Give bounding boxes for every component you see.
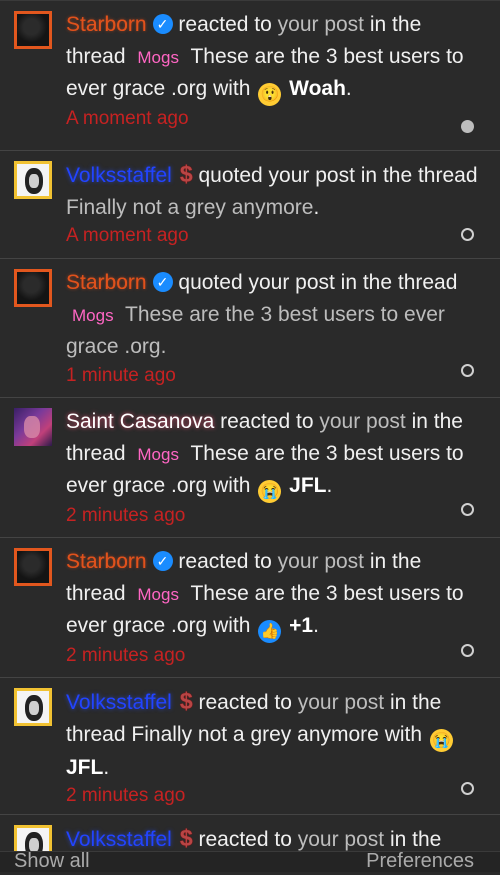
avatar[interactable] [14,408,52,446]
timestamp: 1 minute ago [66,364,176,386]
username-link[interactable]: Saint Casanova [66,410,214,433]
notification-text: Starborn ✓ reacted to your post in the th… [66,538,480,669]
with-text: with [213,614,251,637]
post-link[interactable]: your post [319,410,405,433]
read-indicator[interactable] [461,228,474,241]
thumbs-up-icon: 👍 [258,620,282,643]
username-link[interactable]: Starborn [66,271,147,294]
read-indicator[interactable] [461,644,474,657]
read-indicator[interactable] [461,364,474,377]
post-link[interactable]: your post [278,13,364,36]
action-text: reacted to [178,550,272,573]
astonished-emoji-icon: 😲 [258,83,282,106]
timestamp: 2 minutes ago [66,785,186,806]
avatar[interactable] [14,548,52,586]
username-link[interactable]: Volksstaffel [66,691,172,714]
timestamp: A moment ago [66,108,189,129]
username-link[interactable]: Volksstaffel [66,828,172,851]
unread-indicator[interactable] [461,120,474,133]
timestamp: 2 minutes ago [66,645,186,666]
notification-footer: Show all Preferences [0,850,500,873]
action-text: reacted to [198,828,292,851]
reaction-label: +1 [289,614,314,637]
crying-emoji-icon: 😭 [258,480,282,503]
username-link[interactable]: Starborn [66,550,147,573]
timestamp: A moment ago [66,225,189,246]
notification-text: Volksstaffel $ quoted your post in the th… [66,151,480,249]
with-text: with [213,77,251,100]
post-link[interactable]: your post [278,550,364,573]
notification-item[interactable]: Saint Casanova reacted to your post in t… [0,398,500,538]
thread-prefix-tag[interactable]: Mogs [137,445,179,464]
notification-text: Starborn ✓ reacted to your post in the th… [66,1,480,132]
dollar-badge-icon: $ [179,825,193,851]
notification-item[interactable]: Starborn ✓ quoted your post in the thread… [0,259,500,398]
dollar-badge-icon: $ [179,161,193,187]
timestamp: 2 minutes ago [66,505,186,526]
action-text: reacted to [220,410,314,433]
avatar[interactable] [14,688,52,726]
notification-list: Starborn ✓ reacted to your post in the th… [0,0,500,875]
avatar[interactable] [14,161,52,199]
notification-item[interactable]: Starborn ✓ reacted to your post in the th… [0,1,500,151]
action-text: reacted to [198,691,292,714]
notification-item[interactable]: Volksstaffel $ quoted your post in the th… [0,151,500,259]
notification-text: Starborn ✓ quoted your post in the thread… [66,259,480,389]
username-link[interactable]: Starborn [66,13,147,36]
thread-prefix-tag[interactable]: Mogs [137,585,179,604]
thread-prefix-tag[interactable]: Mogs [137,48,179,67]
verified-badge-icon: ✓ [152,14,173,34]
avatar[interactable] [14,269,52,307]
notification-text: Saint Casanova reacted to your post in t… [66,398,480,529]
reaction-label: Woah [289,77,346,100]
context-text: in the [389,828,442,851]
preferences-link[interactable]: Preferences [366,850,474,873]
action-text: quoted your post in the thread [198,164,478,187]
post-link[interactable]: your post [298,828,384,851]
reaction-label: JFL [66,755,104,779]
avatar[interactable] [14,11,52,49]
notification-item[interactable]: Volksstaffel $ reacted to your post in th… [0,678,500,815]
with-text: with [384,722,423,746]
notification-text: Volksstaffel $ reacted to your post in th… [66,678,480,809]
show-all-link[interactable]: Show all [14,850,90,873]
post-link[interactable]: your post [298,691,384,714]
verified-badge-icon: ✓ [152,272,173,292]
notification-item[interactable]: Starborn ✓ reacted to your post in the th… [0,538,500,678]
with-text: with [213,474,251,497]
thread-prefix-tag[interactable]: Mogs [72,306,114,325]
thread-link[interactable]: Finally not a grey anymore [131,723,378,746]
verified-badge-icon: ✓ [152,551,173,571]
crying-emoji-icon: 😭 [429,728,453,752]
reaction-label: JFL [289,474,327,497]
action-text: reacted to [178,13,272,36]
read-indicator[interactable] [461,782,474,795]
thread-link[interactable]: These are the 3 best users to ever grace… [66,303,445,359]
thread-link[interactable]: Finally not a grey anymore [66,196,313,219]
username-link[interactable]: Volksstaffel [66,164,172,187]
dollar-badge-icon: $ [179,688,193,714]
action-text: quoted your post in the thread [178,271,458,294]
read-indicator[interactable] [461,503,474,516]
